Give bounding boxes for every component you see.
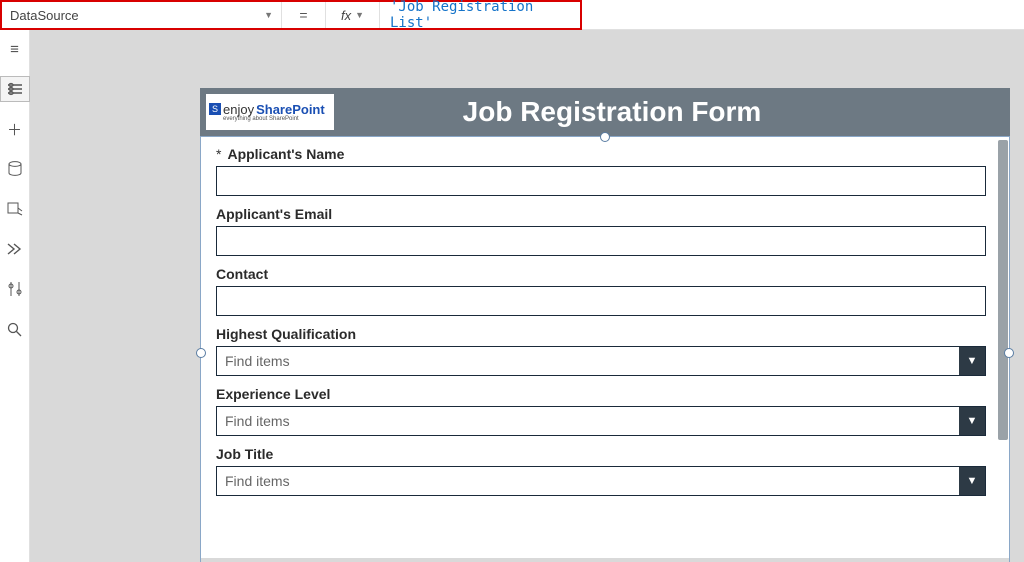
- formula-bar-highlight: DataSource ▼ = fx ▼ 'Job Registration Li…: [0, 0, 582, 30]
- field-job-title: Job Title Find items ▼: [216, 446, 994, 496]
- form-body: * Applicant's Name Applicant's Email Con…: [200, 136, 1010, 558]
- combo-placeholder: Find items: [217, 353, 959, 369]
- logo-tagline: everything about SharePoint: [209, 116, 299, 122]
- field-highest-qualification: Highest Qualification Find items ▼: [216, 326, 994, 376]
- canvas[interactable]: S enjoySharePoint everything about Share…: [30, 30, 1024, 562]
- data-icon[interactable]: [0, 156, 30, 182]
- form-title: Job Registration Form: [348, 96, 1004, 128]
- required-star: *: [216, 146, 221, 162]
- property-name: DataSource: [10, 8, 79, 23]
- field-label: Job Title: [216, 446, 273, 462]
- chevron-down-icon: ▼: [355, 10, 364, 20]
- property-selector[interactable]: DataSource ▼: [2, 2, 282, 28]
- workspace: ≡ ＋ S enjoySharePoint: [0, 30, 1024, 562]
- insert-icon[interactable]: ＋: [0, 116, 30, 142]
- field-label: Applicant's Name: [227, 146, 344, 162]
- job-title-combo[interactable]: Find items ▼: [216, 466, 986, 496]
- formula-input[interactable]: 'Job Registration List': [380, 2, 580, 28]
- applicant-email-input[interactable]: [216, 226, 986, 256]
- formula-bar: DataSource ▼ = fx ▼ 'Job Registration Li…: [0, 0, 1024, 30]
- field-label: Highest Qualification: [216, 326, 356, 342]
- field-applicant-name: * Applicant's Name: [216, 146, 994, 196]
- form-scrollbar[interactable]: [998, 140, 1008, 440]
- field-experience-level: Experience Level Find items ▼: [216, 386, 994, 436]
- combo-placeholder: Find items: [217, 473, 959, 489]
- equals-cell: =: [282, 2, 326, 28]
- form-card[interactable]: S enjoySharePoint everything about Share…: [200, 88, 1010, 558]
- field-label: Applicant's Email: [216, 206, 332, 222]
- field-applicant-email: Applicant's Email: [216, 206, 994, 256]
- hamburger-icon[interactable]: ≡: [0, 36, 30, 62]
- settings-icon[interactable]: [0, 276, 30, 302]
- field-label: Contact: [216, 266, 268, 282]
- logo-text-sharepoint: SharePoint: [256, 103, 325, 116]
- chevron-down-icon[interactable]: ▼: [959, 347, 985, 375]
- experience-level-combo[interactable]: Find items ▼: [216, 406, 986, 436]
- chevron-down-icon[interactable]: ▼: [959, 467, 985, 495]
- logo: S enjoySharePoint everything about Share…: [206, 94, 334, 130]
- chevron-down-icon: ▼: [264, 10, 273, 20]
- field-contact: Contact: [216, 266, 994, 316]
- chevron-down-icon[interactable]: ▼: [959, 407, 985, 435]
- contact-input[interactable]: [216, 286, 986, 316]
- power-automate-icon[interactable]: [0, 236, 30, 262]
- media-icon[interactable]: [0, 196, 30, 222]
- applicant-name-input[interactable]: [216, 166, 986, 196]
- logo-square-icon: S: [209, 103, 221, 115]
- search-icon[interactable]: [0, 316, 30, 342]
- combo-placeholder: Find items: [217, 413, 959, 429]
- field-label: Experience Level: [216, 386, 330, 402]
- form-header: S enjoySharePoint everything about Share…: [200, 88, 1010, 136]
- logo-text-enjoy: enjoy: [223, 103, 254, 116]
- fx-label: fx: [341, 8, 351, 23]
- tree-view-icon[interactable]: [0, 76, 30, 102]
- left-rail: ≡ ＋: [0, 30, 30, 562]
- fx-button[interactable]: fx ▼: [326, 2, 380, 28]
- highest-qualification-combo[interactable]: Find items ▼: [216, 346, 986, 376]
